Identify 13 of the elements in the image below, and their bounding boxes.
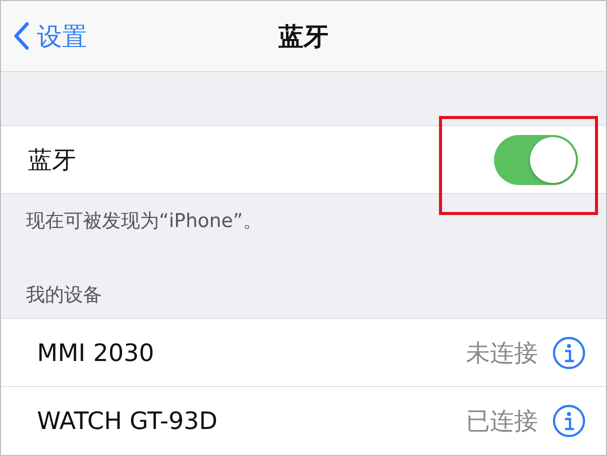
device-name: WATCH GT-93D	[37, 407, 219, 436]
device-name: MMI 2030	[37, 338, 156, 367]
bluetooth-label: 蓝牙	[28, 144, 77, 176]
discoverable-note: 现在可被发现为“iPhone”。	[25, 209, 263, 234]
info-icon[interactable]	[552, 336, 586, 370]
info-icon[interactable]	[552, 404, 586, 438]
back-button[interactable]: 设置	[1, 20, 87, 53]
bluetooth-toggle[interactable]	[494, 134, 578, 185]
back-chevron-icon	[13, 22, 29, 50]
connection-status: 已连接	[466, 406, 538, 438]
page-title: 蓝牙	[278, 20, 328, 53]
section-header: 我的设备	[25, 282, 103, 308]
connection-status: 未连接	[466, 338, 538, 369]
